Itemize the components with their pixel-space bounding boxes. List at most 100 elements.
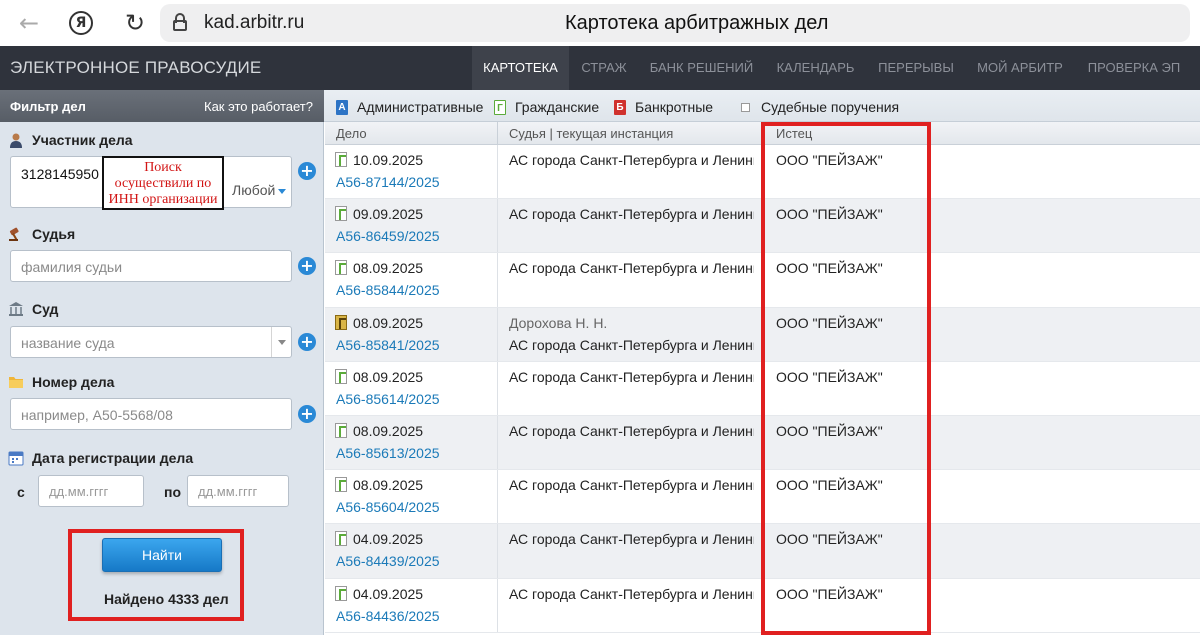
court-label: Суд — [8, 301, 58, 317]
gavel-document-icon — [335, 314, 347, 330]
table-row: 09.09.2025 А56-86459/2025 АС города Санк… — [325, 199, 1200, 254]
document-icon — [335, 368, 347, 384]
add-participant-button[interactable]: + — [298, 162, 316, 180]
participant-label: Участник дела — [8, 132, 133, 148]
site-logo[interactable]: ЭЛЕКТРОННОЕ ПРАВОСУДИЕ — [10, 58, 261, 78]
plaintiff-name: ООО "ПЕЙЗАЖ" — [776, 314, 883, 331]
nav-bank-resheniy[interactable]: БАНК РЕШЕНИЙ — [639, 46, 764, 90]
col-header-case[interactable]: Дело — [336, 126, 367, 141]
col-header-judge[interactable]: Судья | текущая инстанция — [509, 126, 673, 141]
court-name: АС города Санкт-Петербурга и Ленинградск… — [509, 531, 754, 548]
case-date: 10.09.2025 — [353, 152, 424, 168]
category-civil[interactable]: Г Гражданские — [494, 99, 599, 115]
filter-title: Фильтр дел — [10, 99, 86, 114]
participant-role-select[interactable]: Любой — [232, 182, 286, 198]
nav-strazh[interactable]: СТРАЖ — [569, 46, 639, 90]
plaintiff-name: ООО "ПЕЙЗАЖ" — [776, 206, 883, 223]
add-judge-button[interactable]: + — [298, 257, 316, 275]
case-date: 08.09.2025 — [353, 260, 424, 277]
filter-sidebar: Участник дела 3128145950 Любой Поиск осу… — [0, 122, 324, 635]
back-arrow-icon[interactable]: ← — [14, 8, 44, 38]
inn-search-annotation: Поиск осуществили по ИНН организации — [102, 156, 224, 210]
court-select[interactable]: название суда — [10, 326, 292, 358]
nav-pereryvy[interactable]: ПЕРЕРЫВЫ — [867, 46, 965, 90]
court-name: АС города Санкт-Петербурга и Ленинградск… — [509, 585, 754, 602]
nav-kartoteka[interactable]: КАРТОТЕКА — [472, 46, 569, 90]
case-number-link[interactable]: А56-86459/2025 — [336, 228, 440, 244]
court-select-placeholder: название суда — [21, 335, 115, 351]
filter-strip: Фильтр дел Как это работает? А Администр… — [0, 90, 1200, 122]
case-date: 04.09.2025 — [353, 585, 424, 602]
judge-name: Дорохова Н. Н. — [509, 314, 608, 331]
browser-toolbar: ← Я ↻ kad.arbitr.ru Картотека арбитражны… — [0, 0, 1200, 46]
how-it-works-link[interactable]: Как это работает? — [204, 99, 313, 114]
reload-icon[interactable]: ↻ — [120, 8, 150, 38]
civil-icon: Г — [494, 99, 506, 115]
participant-value[interactable]: 3128145950 — [21, 166, 99, 182]
found-count: Найдено 4333 дел — [104, 591, 229, 607]
court-name: АС города Санкт-Петербурга и Ленинградск… — [509, 260, 754, 277]
judge-label-text: Судья — [32, 226, 76, 242]
url-text[interactable]: kad.arbitr.ru — [204, 12, 304, 34]
date-from-input[interactable]: дд.мм.гггг — [38, 475, 144, 507]
case-number-link[interactable]: А56-84439/2025 — [336, 553, 440, 569]
table-row: 08.09.2025 А56-85613/2025 АС города Санк… — [325, 416, 1200, 471]
col-header-plaintiff[interactable]: Истец — [776, 126, 812, 141]
court-name: АС города Санкт-Петербурга и Ленинградск… — [509, 206, 754, 223]
court-name: АС города Санкт-Петербурга и Ленинградск… — [509, 152, 754, 168]
case-number-link[interactable]: А56-85604/2025 — [336, 499, 440, 515]
plaintiff-name: ООО "ПЕЙЗАЖ" — [776, 368, 883, 385]
judge-input[interactable]: фамилия судьи — [10, 250, 292, 282]
case-number-link[interactable]: А56-84436/2025 — [336, 608, 440, 624]
case-date: 08.09.2025 — [353, 314, 424, 331]
case-number-link[interactable]: А56-87144/2025 — [336, 174, 440, 190]
reg-date-label: Дата регистрации дела — [8, 450, 193, 466]
court-name: АС города Санкт-Петербурга и Ленинградск… — [509, 477, 754, 494]
court-orders-checkbox[interactable] — [741, 102, 750, 112]
table-row: 08.09.2025 А56-85844/2025 АС города Санк… — [325, 253, 1200, 308]
category-label: Судебные поручения — [761, 99, 900, 115]
chevron-down-icon[interactable] — [271, 327, 291, 357]
add-case-number-button[interactable]: + — [298, 405, 316, 423]
nav-proverka-ep[interactable]: ПРОВЕРКА ЭП — [1075, 46, 1193, 90]
address-bar[interactable]: kad.arbitr.ru Картотека арбитражных дел — [160, 4, 1190, 42]
court-orders-filter[interactable]: Судебные поручения — [741, 99, 899, 115]
yandex-logo-letter: Я — [69, 11, 93, 35]
document-icon — [335, 585, 347, 601]
document-icon — [335, 477, 347, 493]
filter-header: Фильтр дел Как это работает? — [0, 90, 324, 122]
date-to-input[interactable]: дд.мм.гггг — [187, 475, 289, 507]
court-name: АС города Санкт-Петербурга и Ленинградск… — [509, 423, 754, 439]
bankruptcy-icon: Б — [614, 99, 626, 115]
case-number-input[interactable]: например, А50-5568/08 — [10, 398, 292, 430]
results-table: Дело Судья | текущая инстанция Истец 10.… — [325, 122, 1200, 635]
case-number-link[interactable]: А56-85841/2025 — [336, 337, 440, 353]
document-icon — [335, 260, 347, 276]
reg-date-label-text: Дата регистрации дела — [32, 450, 194, 466]
table-row: 10.09.2025 А56-87144/2025 АС города Санк… — [325, 145, 1200, 200]
nav-kalendar[interactable]: КАЛЕНДАРЬ — [764, 46, 867, 90]
nav-moy-arbitr[interactable]: МОЙ АРБИТР — [965, 46, 1075, 90]
judge-label: Судья — [8, 226, 75, 242]
add-court-button[interactable]: + — [298, 333, 316, 351]
document-icon — [335, 206, 347, 222]
courthouse-icon — [9, 302, 23, 316]
yandex-logo-icon[interactable]: Я — [66, 8, 96, 38]
category-label: Административные — [357, 99, 484, 115]
table-row: 04.09.2025 А56-84436/2025 АС города Санк… — [325, 578, 1200, 633]
table-row: 08.09.2025 А56-85841/2025 Дорохова Н. Н.… — [325, 307, 1200, 362]
case-date: 08.09.2025 — [353, 423, 424, 439]
administrative-icon: А — [336, 99, 348, 115]
case-number-link[interactable]: А56-85613/2025 — [336, 445, 440, 461]
category-bankruptcy[interactable]: Б Банкротные — [614, 99, 713, 115]
find-button[interactable]: Найти — [102, 538, 222, 572]
court-name: АС города Санкт-Петербурга и Ленинградск… — [509, 368, 754, 385]
document-icon — [335, 423, 347, 438]
case-number-label: Номер дела — [8, 374, 114, 390]
case-number-link[interactable]: А56-85844/2025 — [336, 282, 440, 298]
participant-label-text: Участник дела — [32, 132, 133, 148]
case-number-label-text: Номер дела — [32, 374, 115, 390]
category-administrative[interactable]: А Административные — [336, 99, 483, 115]
category-label: Гражданские — [515, 99, 600, 115]
case-number-link[interactable]: А56-85614/2025 — [336, 391, 440, 407]
